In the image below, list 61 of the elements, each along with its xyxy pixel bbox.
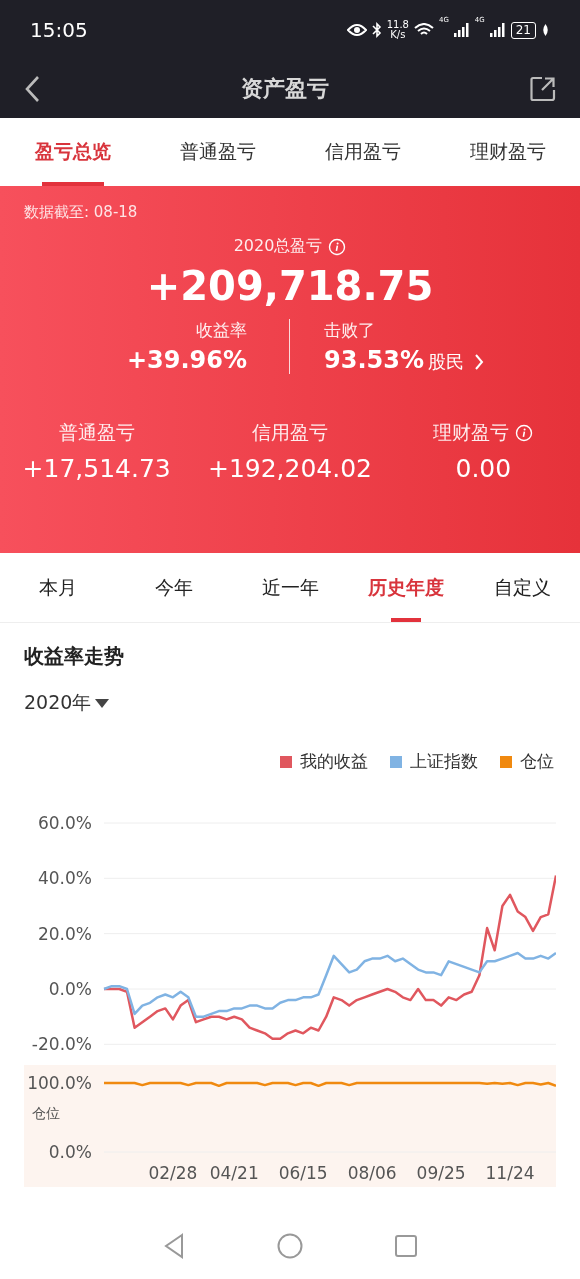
- period-tab[interactable]: 近一年: [232, 553, 348, 622]
- eye-icon: [346, 23, 367, 37]
- axis-label: 04/21: [209, 1163, 259, 1183]
- tab[interactable]: 信用盈亏: [290, 118, 435, 186]
- network-speed: 11.8: [386, 20, 409, 30]
- axis-title: 仓位: [32, 1105, 60, 1121]
- axis-label: 11/24: [485, 1163, 535, 1183]
- share-icon[interactable]: [530, 76, 556, 102]
- wifi-icon: [413, 23, 434, 37]
- clock: 15:05: [30, 18, 89, 42]
- legend-label: 上证指数: [410, 750, 478, 773]
- axis-label: 09/25: [416, 1163, 466, 1183]
- data-date: 数据截至: 08-18: [23, 203, 138, 222]
- back-icon[interactable]: [24, 75, 40, 103]
- year-dropdown[interactable]: 2020年: [24, 690, 110, 716]
- page-title: 资产盈亏: [240, 75, 330, 103]
- speed-unit: K/s: [390, 30, 406, 40]
- period-tab[interactable]: 本月: [0, 553, 116, 622]
- axis-label: 02/28: [148, 1163, 198, 1183]
- caret-icon: [95, 698, 110, 708]
- period-tab[interactable]: 今年: [116, 553, 232, 622]
- battery-level: 21: [510, 21, 536, 39]
- breakdown-label: 信用盈亏: [252, 420, 328, 445]
- investors-link[interactable]: 股民: [427, 350, 484, 374]
- period-tab[interactable]: 历史年度: [348, 553, 464, 622]
- beat-value: 93.53%: [324, 346, 424, 374]
- axis-label: 08/06: [347, 1163, 397, 1183]
- axis-label: 20.0%: [38, 923, 92, 944]
- axis-label: 40.0%: [38, 868, 92, 889]
- tab[interactable]: 理财盈亏: [435, 118, 580, 186]
- bluetooth-icon: [371, 22, 382, 38]
- axis-label: -20.0%: [31, 1034, 92, 1055]
- period-tab[interactable]: 自定义: [464, 553, 580, 622]
- total-profit: +209,718.75: [146, 263, 434, 309]
- breakdown-label: 普通盈亏: [58, 420, 135, 445]
- tab[interactable]: 普通盈亏: [145, 118, 290, 186]
- axis-label: 0.0%: [48, 1142, 92, 1162]
- axis-label: 0.0%: [48, 979, 92, 999]
- leaf-icon: [541, 23, 550, 37]
- total-label: 2020总盈亏: [233, 236, 323, 257]
- signal-icon: [453, 23, 470, 37]
- breakdown-value: 0.00: [455, 454, 512, 483]
- beat-label: 击败了: [324, 319, 375, 342]
- legend-label: 我的收益: [300, 750, 368, 773]
- breakdown-value: +192,204.02: [207, 454, 373, 483]
- section-title: 收益率走势: [24, 643, 124, 670]
- return-value: +39.96%: [126, 346, 247, 374]
- breakdown-value: +17,514.73: [22, 454, 171, 483]
- breakdown-label: 理财盈亏: [433, 420, 510, 445]
- axis-label: 100.0%: [27, 1073, 92, 1093]
- tab[interactable]: 盈亏总览: [0, 118, 145, 186]
- chevron-icon: [473, 353, 484, 371]
- signal-icon: [489, 23, 506, 37]
- recents-icon[interactable]: [395, 1234, 417, 1257]
- axis-label: 06/15: [278, 1163, 328, 1183]
- info-icon[interactable]: [515, 424, 534, 442]
- legend-label: 仓位: [520, 750, 554, 773]
- axis-label: 60.0%: [38, 813, 92, 833]
- home-icon[interactable]: [277, 1232, 303, 1259]
- return-label: 收益率: [196, 319, 247, 342]
- info-icon[interactable]: [328, 237, 347, 256]
